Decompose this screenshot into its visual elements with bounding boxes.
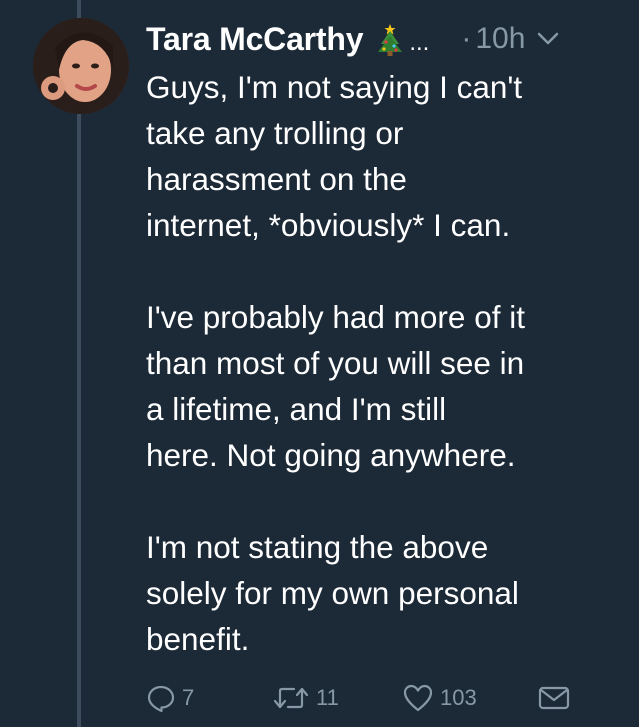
envelope-icon — [538, 686, 570, 710]
retweet-icon — [273, 687, 309, 709]
direct-message-button[interactable] — [538, 685, 570, 711]
timestamp[interactable]: 10h — [475, 22, 525, 56]
avatar[interactable] — [33, 18, 129, 114]
like-count: 103 — [440, 685, 477, 710]
retweet-count: 11 — [316, 685, 339, 710]
tweet-actions: 7 11 103 — [146, 680, 570, 716]
time-separator: · — [461, 22, 472, 55]
name-overflow: ... — [409, 29, 430, 56]
tweet-text: Guys, I'm not saying I can't take any tr… — [146, 69, 525, 657]
avatar-image — [33, 18, 129, 114]
like-button[interactable]: 103 — [402, 683, 512, 713]
reply-icon — [147, 685, 175, 713]
reply-count: 7 — [182, 685, 195, 710]
christmas-tree-icon — [378, 24, 403, 56]
author-name[interactable]: Tara McCarthy — [146, 21, 364, 58]
reply-button[interactable]: 7 — [146, 683, 246, 713]
chevron-down-icon[interactable] — [537, 32, 559, 46]
heart-icon — [403, 684, 433, 712]
retweet-button[interactable]: 11 — [272, 683, 402, 713]
tweet-header: Tara McCarthy ... · 10h — [146, 14, 619, 64]
